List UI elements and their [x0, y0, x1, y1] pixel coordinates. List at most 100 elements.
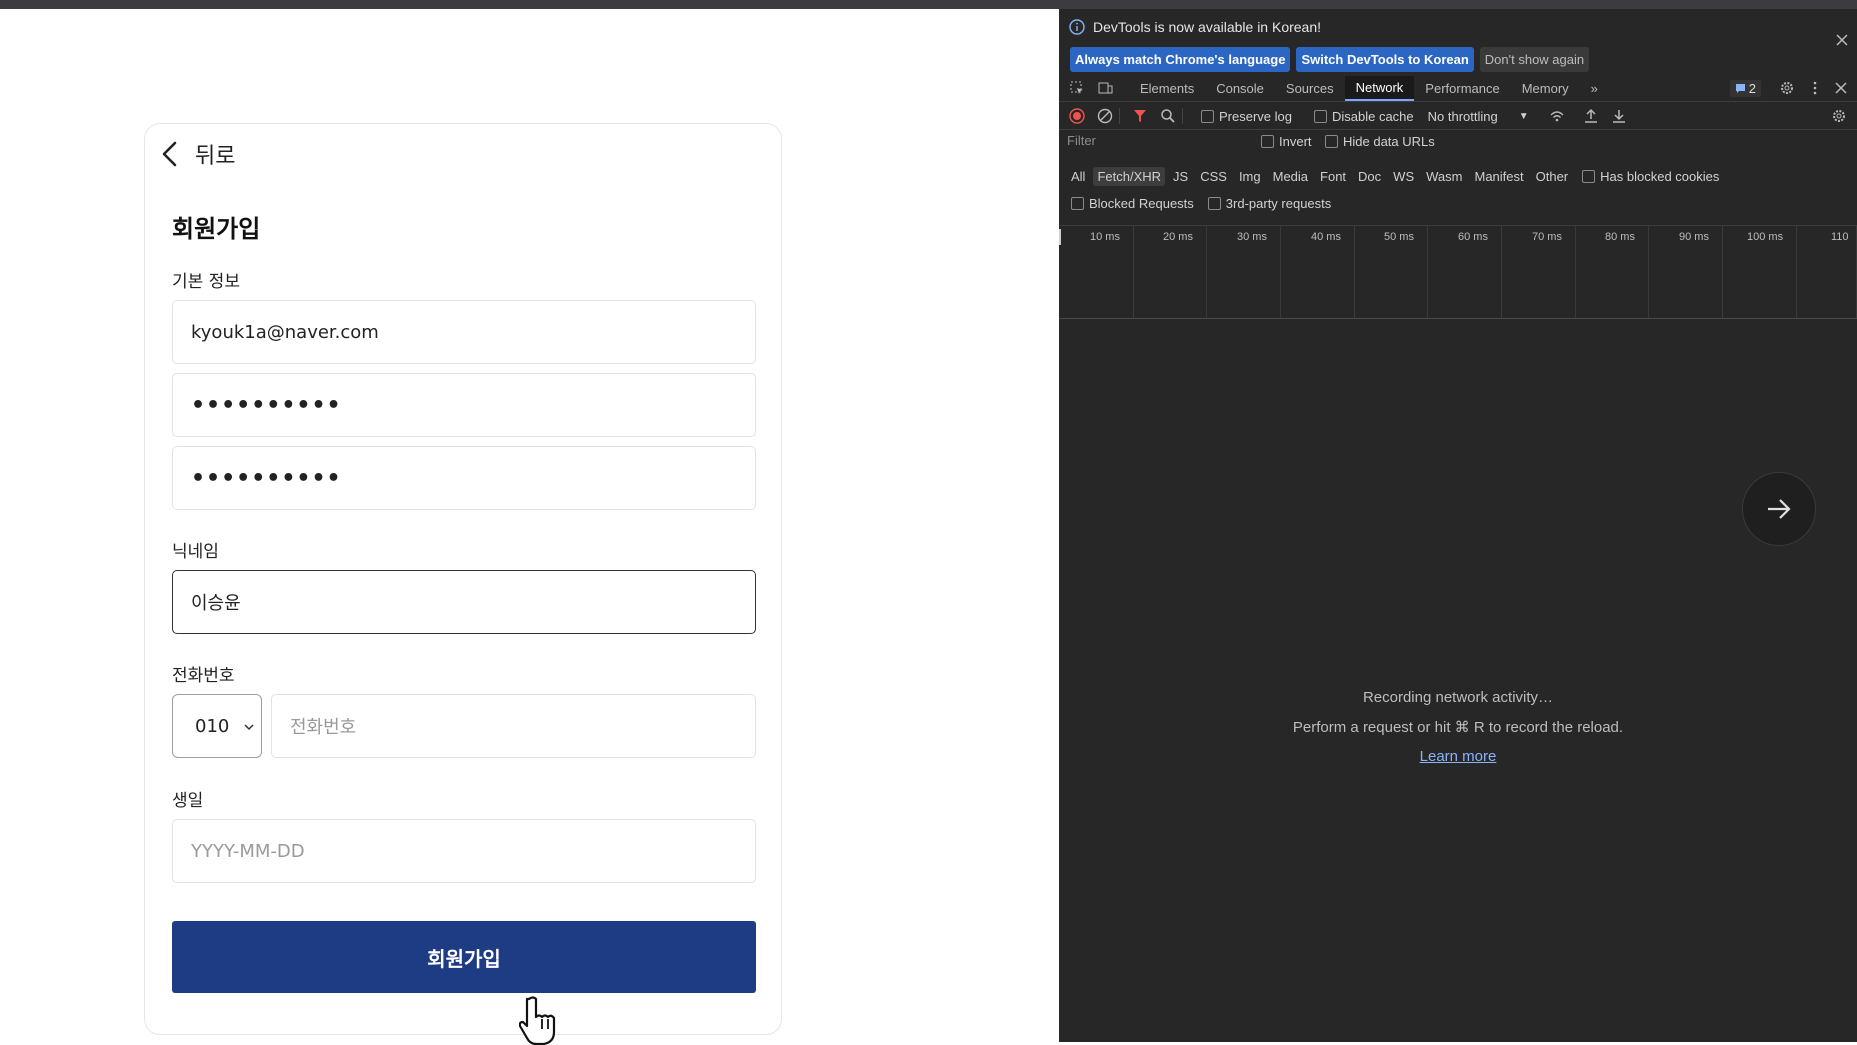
- preserve-log-checkbox[interactable]: Preserve log: [1201, 109, 1292, 124]
- upload-icon[interactable]: [1583, 108, 1599, 124]
- tab-elements[interactable]: Elements: [1129, 77, 1205, 100]
- arrow-right-icon: [1768, 499, 1791, 519]
- timeline-tick: 70 ms: [1532, 226, 1576, 318]
- type-font[interactable]: Font: [1316, 167, 1350, 186]
- timeline-tick: 40 ms: [1311, 226, 1355, 318]
- disable-cache-checkbox[interactable]: Disable cache: [1313, 108, 1414, 124]
- language-banner: DevTools is now available in Korean!: [1069, 19, 1321, 35]
- password-value: ••••••••••: [191, 392, 342, 418]
- download-icon[interactable]: [1611, 108, 1627, 124]
- invert-checkbox[interactable]: Invert: [1261, 134, 1312, 149]
- banner-buttons: Always match Chrome's language Switch De…: [1070, 47, 1590, 72]
- blocked-row: Blocked Requests 3rd-party requests: [1071, 196, 1331, 211]
- timeline-tick: 90 ms: [1679, 226, 1723, 318]
- banner-close-icon[interactable]: [1835, 33, 1849, 47]
- filter-input[interactable]: Filter: [1067, 131, 1247, 151]
- network-empty-state: Recording network activity… Perform a re…: [1059, 689, 1857, 765]
- has-blocked-cookies-checkbox[interactable]: Has blocked cookies: [1582, 169, 1719, 184]
- more-tabs-icon[interactable]: »: [1580, 77, 1609, 100]
- devtools-tabbar: Elements Console Sources Network Perform…: [1059, 75, 1857, 102]
- timeline-tick: 20 ms: [1163, 226, 1207, 318]
- birthday-label: 생일: [172, 791, 204, 811]
- timeline-tick: 30 ms: [1237, 226, 1281, 318]
- learn-more-link[interactable]: Learn more: [1420, 748, 1497, 765]
- tab-network[interactable]: Network: [1344, 75, 1415, 101]
- network-settings-icon[interactable]: [1831, 108, 1847, 124]
- type-img[interactable]: Img: [1235, 167, 1265, 186]
- record-icon[interactable]: [1069, 108, 1085, 124]
- email-field[interactable]: kyouk1a@naver.com: [172, 300, 756, 364]
- phone-input[interactable]: 전화번호: [271, 694, 756, 758]
- type-doc[interactable]: Doc: [1354, 167, 1385, 186]
- network-toolbar: Preserve log Disable cache No throttling…: [1059, 103, 1857, 130]
- dont-show-again-button[interactable]: Don't show again: [1479, 47, 1590, 72]
- message-icon: [1735, 83, 1745, 93]
- network-conditions-icon[interactable]: [1549, 108, 1565, 124]
- inspect-element-icon[interactable]: [1069, 80, 1085, 96]
- type-manifest[interactable]: Manifest: [1470, 167, 1527, 186]
- devtools-panel: DevTools is now available in Korean! Alw…: [1059, 9, 1857, 1042]
- phone-prefix-value: 010: [195, 715, 230, 737]
- nickname-field[interactable]: 이승윤: [172, 570, 756, 634]
- back-label: 뒤로: [195, 144, 236, 169]
- password-confirm-value: ••••••••••: [191, 465, 342, 491]
- has-blocked-cookies-label: Has blocked cookies: [1600, 169, 1720, 184]
- more-options-icon[interactable]: [1807, 80, 1823, 96]
- issues-badge[interactable]: 2: [1729, 79, 1761, 97]
- password-field[interactable]: ••••••••••: [172, 373, 756, 437]
- blocked-requests-label: Blocked Requests: [1089, 196, 1194, 211]
- filter-row: Filter Invert Hide data URLs: [1059, 131, 1857, 153]
- timeline-tick: 80 ms: [1605, 226, 1649, 318]
- network-overview-timeline[interactable]: 10 ms 20 ms 30 ms 40 ms 50 ms 60 ms 70 m…: [1059, 225, 1857, 319]
- phone-prefix-select[interactable]: 010: [172, 694, 262, 758]
- timeline-cursor: [1059, 229, 1061, 245]
- timeline-tick: 100 ms: [1747, 226, 1797, 318]
- tab-sources[interactable]: Sources: [1275, 77, 1345, 100]
- type-media[interactable]: Media: [1269, 167, 1312, 186]
- email-value: kyouk1a@naver.com: [191, 321, 379, 343]
- browser-top-bar: [0, 0, 1857, 9]
- phone-placeholder: 전화번호: [290, 717, 357, 738]
- type-css[interactable]: CSS: [1196, 167, 1231, 186]
- empty-line-recording: Recording network activity…: [1362, 689, 1554, 706]
- timeline-tick: 60 ms: [1458, 226, 1502, 318]
- always-match-language-button[interactable]: Always match Chrome's language: [1070, 47, 1291, 72]
- type-wasm[interactable]: Wasm: [1422, 167, 1466, 186]
- switch-to-korean-button[interactable]: Switch DevTools to Korean: [1296, 47, 1474, 72]
- next-arrow-button[interactable]: [1742, 472, 1816, 546]
- timeline-tick: 10 ms: [1090, 226, 1134, 318]
- disable-cache-label: Disable cache: [1331, 108, 1414, 124]
- birthday-input[interactable]: YYYY-MM-DD: [172, 819, 756, 883]
- filter-icon[interactable]: [1132, 108, 1148, 124]
- device-toolbar-icon[interactable]: [1097, 80, 1113, 96]
- phone-label: 전화번호: [172, 666, 235, 686]
- search-icon[interactable]: [1160, 108, 1176, 124]
- back-button[interactable]: 뒤로: [159, 138, 235, 170]
- empty-line-perform: Perform a request or hit ⌘ R to record t…: [1292, 719, 1624, 736]
- clear-icon[interactable]: [1097, 108, 1113, 124]
- tab-console[interactable]: Console: [1205, 77, 1275, 100]
- type-js[interactable]: JS: [1169, 167, 1192, 186]
- tab-performance[interactable]: Performance: [1414, 77, 1510, 100]
- third-party-checkbox[interactable]: 3rd-party requests: [1207, 196, 1331, 211]
- basic-info-label: 기본 정보: [172, 272, 240, 292]
- throttling-select[interactable]: No throttling ▼: [1428, 109, 1529, 124]
- hide-data-urls-checkbox[interactable]: Hide data URLs: [1325, 134, 1435, 149]
- blocked-requests-checkbox[interactable]: Blocked Requests: [1071, 196, 1194, 211]
- password-confirm-field[interactable]: ••••••••••: [172, 446, 756, 510]
- preserve-log-label: Preserve log: [1219, 108, 1292, 124]
- tab-memory[interactable]: Memory: [1511, 77, 1580, 100]
- page-title: 회원가입: [172, 215, 261, 243]
- type-ws[interactable]: WS: [1389, 167, 1418, 186]
- birthday-placeholder: YYYY-MM-DD: [191, 840, 305, 862]
- caret-down-icon: ▼: [1518, 110, 1529, 122]
- type-fetch-xhr[interactable]: Fetch/XHR: [1093, 167, 1166, 186]
- signup-card: 뒤로 회원가입 기본 정보 kyouk1a@naver.com ••••••••…: [144, 123, 782, 1035]
- type-other[interactable]: Other: [1532, 167, 1573, 186]
- resource-type-filters: All Fetch/XHR JS CSS Img Media Font Doc …: [1067, 167, 1719, 186]
- type-all[interactable]: All: [1067, 167, 1089, 186]
- signup-submit-button[interactable]: 회원가입: [172, 921, 756, 993]
- settings-gear-icon[interactable]: [1779, 80, 1795, 96]
- nickname-value: 이승윤: [191, 593, 241, 614]
- close-devtools-icon[interactable]: [1833, 80, 1849, 96]
